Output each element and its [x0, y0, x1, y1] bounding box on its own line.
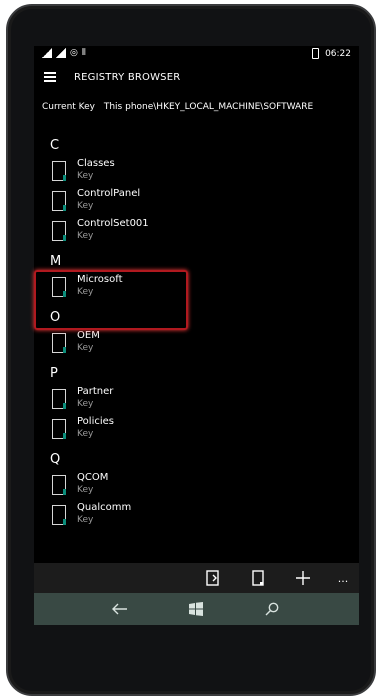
- registry-key-icon: [52, 191, 66, 211]
- status-bar: ◎ ⦀ 06:22: [34, 46, 359, 64]
- search-icon[interactable]: [262, 600, 282, 618]
- group-header[interactable]: C: [50, 138, 359, 158]
- item-type: Key: [77, 287, 94, 297]
- phone-frame: ◎ ⦀ 06:22 REGISTRY BROWSER Current Key T…: [6, 4, 376, 696]
- item-type: Key: [77, 429, 94, 439]
- screen: ◎ ⦀ 06:22 REGISTRY BROWSER Current Key T…: [34, 46, 359, 625]
- vibrate-icon: ⦀: [81, 48, 86, 58]
- item-type: Key: [77, 171, 94, 181]
- list-item[interactable]: Classes Key: [52, 158, 359, 188]
- new-value-icon[interactable]: [204, 569, 222, 587]
- more-options-button[interactable]: ...: [334, 569, 352, 587]
- app-bar: ...: [34, 563, 359, 593]
- item-type: Key: [77, 399, 94, 409]
- item-name: QCOM: [77, 472, 109, 483]
- item-type: Key: [77, 231, 94, 241]
- windows-start-icon[interactable]: [186, 600, 206, 618]
- item-type: Key: [77, 515, 94, 525]
- new-key-icon[interactable]: [249, 569, 267, 587]
- item-type: Key: [77, 201, 94, 211]
- item-name: ControlPanel: [77, 188, 141, 199]
- registry-list: C Classes Key ControlPanel Key ControlSe…: [34, 132, 359, 532]
- add-icon[interactable]: [294, 569, 312, 587]
- group-header[interactable]: Q: [50, 452, 359, 472]
- list-item[interactable]: QCOM Key: [52, 472, 359, 502]
- system-nav-bar: [34, 593, 359, 625]
- item-name: Policies: [77, 416, 114, 427]
- item-name: Qualcomm: [77, 502, 132, 513]
- item-type: Key: [77, 343, 94, 353]
- registry-key-icon: [52, 221, 66, 241]
- registry-key-icon: [52, 161, 66, 181]
- app-header: REGISTRY BROWSER: [34, 66, 359, 90]
- current-key-row: Current Key This phone\HKEY_LOCAL_MACHIN…: [42, 102, 313, 112]
- list-item[interactable]: Partner Key: [52, 386, 359, 416]
- current-key-label: Current Key: [42, 102, 95, 112]
- battery-icon: [312, 48, 320, 59]
- list-item[interactable]: ControlSet001 Key: [52, 218, 359, 248]
- registry-key-icon: [52, 505, 66, 525]
- group-header[interactable]: O: [50, 310, 359, 330]
- current-key-path: This phone\HKEY_LOCAL_MACHINE\SOFTWARE: [103, 102, 314, 112]
- item-name: OEM: [77, 330, 100, 341]
- registry-key-icon: [52, 277, 66, 297]
- signal-icon: [42, 48, 52, 58]
- signal-icon: [56, 48, 66, 58]
- list-item[interactable]: Qualcomm Key: [52, 502, 359, 532]
- item-name: ControlSet001: [77, 218, 149, 229]
- back-arrow-icon[interactable]: [110, 600, 130, 618]
- registry-key-icon: [52, 475, 66, 495]
- item-type: Key: [77, 485, 94, 495]
- list-item[interactable]: ControlPanel Key: [52, 188, 359, 218]
- item-name: Classes: [77, 158, 115, 169]
- registry-key-icon: [52, 389, 66, 409]
- item-name: Partner: [77, 386, 114, 397]
- list-item[interactable]: Microsoft Key: [52, 274, 359, 304]
- registry-key-icon: [52, 419, 66, 439]
- registry-key-icon: [52, 333, 66, 353]
- group-header[interactable]: P: [50, 366, 359, 386]
- hamburger-menu-icon[interactable]: [44, 72, 56, 82]
- wifi-icon: ◎: [70, 48, 78, 58]
- item-name: Microsoft: [77, 274, 123, 285]
- group-header[interactable]: M: [50, 254, 359, 274]
- list-item[interactable]: Policies Key: [52, 416, 359, 446]
- page-title: REGISTRY BROWSER: [74, 72, 181, 83]
- list-item[interactable]: OEM Key: [52, 330, 359, 360]
- status-time: 06:22: [325, 48, 351, 59]
